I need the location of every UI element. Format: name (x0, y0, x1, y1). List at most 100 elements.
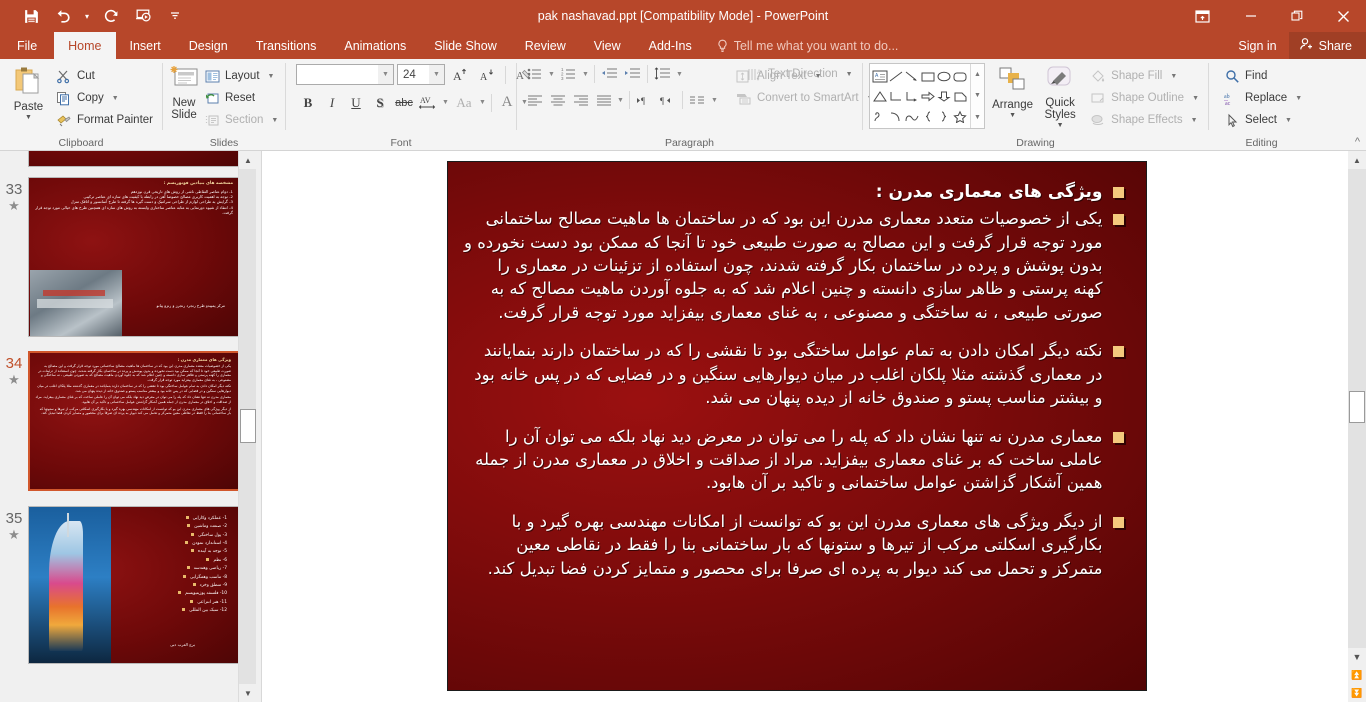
share-button[interactable]: Share (1288, 32, 1366, 59)
previous-slide-button[interactable]: ⏫ (1348, 666, 1366, 684)
font-name-input[interactable]: ▼ (296, 64, 394, 85)
shape-triangle-icon[interactable] (872, 86, 888, 106)
thumbnail-item-35[interactable]: 35 ★ 1- عملکرد وکارایی 2- صنعت وماشین 3-… (0, 506, 256, 664)
shape-down-arrow-icon[interactable] (936, 86, 952, 106)
quick-styles-button[interactable]: Quick Styles ▼ (1040, 63, 1080, 129)
font-size-dropdown-icon[interactable]: ▼ (429, 65, 444, 84)
shape-effects-dropdown-icon[interactable]: ▼ (1191, 117, 1198, 124)
start-presentation-icon[interactable] (128, 2, 158, 30)
undo-icon[interactable] (48, 2, 78, 30)
customize-qat-icon[interactable] (160, 2, 190, 30)
align-right-button[interactable] (569, 89, 592, 111)
decrease-font-size-button[interactable]: A (475, 63, 499, 86)
rtl-direction-button[interactable]: ¶ (656, 89, 679, 111)
tab-insert[interactable]: Insert (116, 32, 175, 59)
strikethrough-button[interactable]: abc (392, 91, 416, 114)
shape-fill-dropdown-icon[interactable]: ▼ (1170, 73, 1177, 80)
slide-canvas[interactable]: ویژگی های معماری مدرن : یکی از خصوصیات م… (446, 161, 1147, 691)
tab-animations[interactable]: Animations (330, 32, 420, 59)
shape-outline-button[interactable]: Shape Outline ▼ (1086, 87, 1203, 109)
shape-pentagon-icon[interactable] (952, 86, 968, 106)
character-spacing-button[interactable]: AV (416, 91, 440, 114)
animation-star-icon[interactable]: ★ (8, 373, 20, 386)
thumbnail-scroll-up-icon[interactable]: ▲ (239, 151, 256, 169)
decrease-indent-button[interactable] (598, 63, 621, 85)
cut-button[interactable]: Cut (52, 65, 157, 87)
collapse-ribbon-button[interactable]: ^ (1355, 136, 1360, 148)
numbering-button[interactable]: 123 (557, 63, 580, 85)
shape-right-arrow-icon[interactable] (920, 86, 936, 106)
line-spacing-button[interactable] (651, 63, 674, 85)
select-dropdown-icon[interactable]: ▼ (1285, 117, 1292, 124)
tab-view[interactable]: View (580, 32, 635, 59)
justify-dropdown-icon[interactable]: ▼ (615, 89, 626, 111)
shape-curve-icon[interactable] (904, 106, 920, 126)
character-spacing-dropdown-icon[interactable]: ▼ (440, 92, 451, 114)
shape-oval-icon[interactable] (936, 66, 952, 86)
slide-scrollbar[interactable]: ▲ ▼ ⏫ ⏬ (1348, 151, 1366, 702)
copy-dropdown-icon[interactable]: ▼ (112, 95, 119, 102)
shape-rounded-rectangle-icon[interactable] (952, 66, 968, 86)
shape-left-brace-icon[interactable] (920, 106, 936, 126)
thumbnail-item-32[interactable]: 32 سال 1957 لو کربوزیه در کنگره ی آخر و … (0, 151, 256, 167)
numbering-dropdown-icon[interactable]: ▼ (580, 63, 591, 85)
arrange-dropdown-icon[interactable]: ▼ (1009, 112, 1016, 119)
shape-fill-button[interactable]: Shape Fill ▼ (1086, 65, 1203, 87)
thumbnail-frame-34[interactable]: ویژگی های معماری مدرن : یکی از خصوصیات م… (28, 351, 240, 491)
thumbnail-scrollbar[interactable]: ▲ ▼ (238, 151, 256, 702)
next-slide-button[interactable]: ⏬ (1348, 684, 1366, 702)
align-left-button[interactable] (523, 89, 546, 111)
copy-button[interactable]: Copy ▼ (52, 87, 157, 109)
gallery-scroll-down-icon[interactable]: ▼ (971, 85, 984, 106)
redo-icon[interactable] (96, 2, 126, 30)
slide-scroll-thumb[interactable] (1349, 391, 1365, 423)
shape-rectangle-icon[interactable] (920, 66, 936, 86)
shape-star-icon[interactable] (952, 106, 968, 126)
tab-review[interactable]: Review (511, 32, 580, 59)
find-button[interactable]: Find (1220, 65, 1306, 87)
paste-button[interactable]: Paste ▼ (5, 63, 52, 121)
shape-arc-icon[interactable] (888, 106, 904, 126)
bullets-dropdown-icon[interactable]: ▼ (546, 63, 557, 85)
tab-file[interactable]: File (0, 32, 54, 59)
slide-scroll-down-icon[interactable]: ▼ (1348, 648, 1366, 666)
restore-button[interactable] (1274, 0, 1320, 32)
shape-elbow-connector-icon[interactable] (888, 86, 904, 106)
increase-font-size-button[interactable]: A (448, 63, 472, 86)
select-button[interactable]: Select ▼ (1220, 109, 1306, 131)
thumbnail-scroll-down-icon[interactable]: ▼ (239, 684, 256, 702)
columns-dropdown-icon[interactable]: ▼ (709, 89, 720, 111)
shapes-gallery-scrollbar[interactable]: ▲ ▼ ▼ (970, 64, 984, 128)
underline-button[interactable]: U (344, 91, 368, 114)
shape-scribble-icon[interactable] (872, 106, 888, 126)
align-center-button[interactable] (546, 89, 569, 111)
shape-effects-button[interactable]: Shape Effects ▼ (1086, 109, 1203, 131)
thumbnail-scroll-thumb[interactable] (240, 409, 256, 443)
layout-dropdown-icon[interactable]: ▼ (268, 73, 275, 80)
tab-add-ins[interactable]: Add-Ins (635, 32, 706, 59)
minimize-button[interactable] (1228, 0, 1274, 32)
quick-styles-dropdown-icon[interactable]: ▼ (1057, 122, 1064, 129)
shape-textbox-icon[interactable]: A (872, 66, 888, 86)
font-size-input[interactable]: 24 ▼ (397, 64, 445, 85)
columns-button[interactable] (686, 89, 709, 111)
tell-me-search[interactable]: Tell me what you want to do... (716, 32, 898, 59)
slide-content-placeholder[interactable]: ویژگی های معماری مدرن : یکی از خصوصیات م… (448, 162, 1146, 593)
reset-button[interactable]: Reset (200, 87, 282, 109)
shape-elbow-arrow-icon[interactable] (904, 86, 920, 106)
ribbon-display-options-icon[interactable] (1182, 0, 1222, 32)
tab-slide-show[interactable]: Slide Show (420, 32, 511, 59)
increase-indent-button[interactable] (621, 63, 644, 85)
align-text-dropdown-icon[interactable]: ▼ (815, 73, 822, 80)
tab-design[interactable]: Design (175, 32, 242, 59)
change-case-button[interactable]: Aa (451, 91, 477, 114)
arrange-button[interactable]: Arrange ▼ (991, 63, 1034, 119)
slide-scroll-track[interactable] (1348, 169, 1366, 648)
animation-star-icon[interactable]: ★ (8, 199, 20, 212)
animation-star-icon[interactable]: ★ (8, 528, 20, 541)
tab-transitions[interactable]: Transitions (242, 32, 331, 59)
line-spacing-dropdown-icon[interactable]: ▼ (674, 63, 685, 85)
paste-dropdown-icon[interactable]: ▼ (25, 114, 32, 121)
section-dropdown-icon[interactable]: ▼ (271, 117, 278, 124)
section-button[interactable]: Section ▼ (200, 109, 282, 131)
